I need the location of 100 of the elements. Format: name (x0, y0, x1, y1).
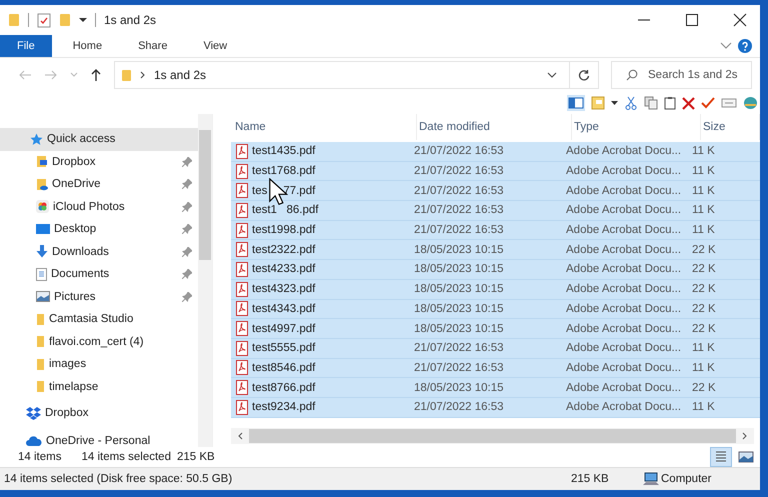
dropdown-icon[interactable] (611, 100, 618, 106)
pdf-icon (236, 222, 248, 238)
sidebar-item[interactable]: Dropbox (0, 402, 198, 424)
type-cell-text: Adobe Acrobat Docu... (566, 382, 682, 394)
ribbon-tab[interactable]: File (0, 35, 52, 57)
column-header[interactable]: Type (572, 114, 701, 140)
forward-icon[interactable] (44, 69, 58, 81)
sidebar-item[interactable]: Quick access (0, 128, 198, 150)
dropdown-icon[interactable] (79, 17, 87, 23)
column-header[interactable]: Name (231, 114, 417, 140)
refresh-button[interactable] (569, 61, 599, 89)
file-row[interactable]: tes 77.pdf 21/07/2022 16:53 Adobe Acrobat Docu... 11 K (231, 181, 760, 202)
pdf-icon (236, 164, 248, 179)
folder-icon (36, 178, 48, 191)
date-cell-text: 21/07/2022 16:53 (414, 362, 505, 374)
item-count: 14 items (18, 451, 62, 463)
copy-icon[interactable] (644, 96, 658, 110)
back-icon[interactable] (18, 69, 32, 81)
sidebar-item[interactable]: Pictures (0, 286, 198, 308)
up-icon[interactable] (90, 68, 102, 82)
status-size: 215 KB (571, 473, 610, 485)
file-row[interactable]: test8546.pdf 21/07/2022 16:53 Adobe Acrobat Docu... 11 K (231, 358, 760, 378)
delete-icon[interactable] (682, 96, 695, 110)
scroll-left-icon[interactable] (237, 432, 243, 440)
type-cell-text: Adobe Acrobat Docu... (566, 302, 682, 315)
ribbon-tab[interactable]: View (188, 35, 242, 57)
scroll-thumb[interactable] (199, 130, 211, 260)
file-name: test4343.pdf (252, 302, 316, 315)
sidebar-item[interactable]: Desktop (0, 218, 198, 240)
help-icon[interactable] (738, 39, 752, 53)
cut-icon[interactable] (624, 96, 638, 110)
sidebar-item[interactable]: iCloud Photos (0, 196, 198, 218)
scrollbar[interactable] (231, 428, 754, 444)
path-text: 1s and 2s (154, 68, 206, 82)
file-row[interactable]: test4233.pdf 18/05/2023 10:15 Adobe Acrobat Docu... 22 K (231, 260, 760, 280)
sidebar-item[interactable]: Camtasia Studio (0, 308, 198, 330)
search-box[interactable]: Search 1s and 2s (611, 61, 752, 89)
type-cell-text: Adobe Acrobat Docu... (566, 184, 682, 197)
thumbnail-view-icon[interactable] (738, 450, 754, 464)
sidebar-label: timelapse (49, 380, 100, 393)
file-name: test1768.pdf (252, 165, 316, 178)
pin-icon[interactable] (182, 156, 192, 167)
size-cell-text: 11 K (692, 342, 716, 354)
file-row[interactable]: test2322.pdf 18/05/2023 10:15 Adobe Acrobat Docu... 22 K (231, 240, 760, 260)
file-name: test1 86.pdf (252, 204, 318, 216)
recent-caret-icon[interactable] (70, 72, 78, 78)
sidebar-item[interactable]: images (0, 353, 198, 376)
ribbon-tab[interactable]: Home (58, 35, 118, 57)
details-view-icon[interactable] (710, 447, 732, 467)
clipboard-icon[interactable] (664, 96, 676, 110)
size-cell-text: 22 K (692, 322, 717, 335)
pin-icon[interactable] (182, 292, 192, 302)
file-row[interactable]: test1768.pdf 21/07/2022 16:53 Adobe Acrobat Docu... 11 K (231, 162, 760, 182)
file-row[interactable]: test1998.pdf 21/07/2022 16:53 Adobe Acrobat Docu... 11 K (231, 220, 760, 240)
caret-icon[interactable] (547, 72, 557, 78)
file-name: tes 77.pdf (252, 184, 316, 197)
sidebar-item[interactable]: OneDrive (0, 173, 198, 196)
preview-pane-icon[interactable] (567, 95, 585, 111)
sidebar-label: Downloads (52, 246, 110, 258)
file-row[interactable]: test1435.pdf 21/07/2022 16:53 Adobe Acrobat Docu... 11 K (231, 142, 760, 162)
scroll-thumb[interactable] (249, 429, 736, 443)
file-row[interactable]: test4343.pdf 18/05/2023 10:15 Adobe Acrobat Docu... 22 K (231, 300, 760, 320)
file-row[interactable]: test8766.pdf 18/05/2023 10:15 Adobe Acrobat Docu... 22 K (231, 378, 760, 398)
checkmark-icon[interactable] (701, 97, 715, 109)
sidebar-item[interactable]: flavoi.com_cert (4) (0, 330, 198, 353)
date-cell-text: 21/07/2022 16:53 (414, 401, 505, 414)
pin-icon[interactable] (182, 269, 192, 280)
pdf-icon (236, 400, 248, 415)
column-header[interactable]: Size (701, 114, 760, 140)
sidebar-item[interactable]: Dropbox (0, 150, 198, 173)
pdf-icon (236, 262, 248, 277)
sidebar-item[interactable]: Downloads (0, 240, 198, 263)
sidebar-item[interactable]: OneDrive - Personal (0, 430, 198, 452)
star-icon (30, 132, 43, 146)
pdf-icon (236, 144, 248, 159)
pin-icon[interactable] (182, 246, 192, 257)
layout-icon[interactable] (591, 96, 605, 110)
close-icon[interactable] (733, 13, 747, 27)
scrollbar[interactable] (198, 114, 212, 447)
maximize-icon[interactable] (685, 13, 699, 27)
pin-icon[interactable] (182, 202, 192, 212)
file-row[interactable]: test4997.pdf 18/05/2023 10:15 Adobe Acrobat Docu... 22 K (231, 319, 760, 339)
file-row[interactable]: test4323.pdf 18/05/2023 10:15 Adobe Acrobat Docu... 22 K (231, 280, 760, 300)
address-bar[interactable]: 1s and 2s (114, 61, 569, 89)
file-name: test4997.pdf (252, 322, 316, 335)
ribbon-tab[interactable]: Share (123, 35, 182, 57)
column-header[interactable]: Date modified (417, 114, 572, 140)
file-row[interactable]: test5555.pdf 21/07/2022 16:53 Adobe Acrobat Docu... 11 K (231, 338, 760, 359)
desktop-icon (36, 224, 50, 235)
scroll-right-icon[interactable] (742, 432, 748, 440)
file-row[interactable]: test9234.pdf 21/07/2022 16:53 Adobe Acrobat Docu... 11 K (231, 398, 760, 418)
rename-icon[interactable] (721, 97, 737, 109)
date-cell-text: 21/07/2022 16:53 (414, 224, 505, 236)
file-row[interactable]: test1 86.pdf 21/07/2022 16:53 Adobe Acrobat Docu... 11 K (231, 201, 760, 221)
expand-ribbon-icon[interactable] (720, 42, 732, 50)
pin-icon[interactable] (182, 224, 192, 234)
sidebar-item[interactable]: Documents (0, 263, 198, 286)
pin-icon[interactable] (182, 179, 192, 190)
date-cell-text: 21/07/2022 16:53 (414, 342, 505, 354)
sidebar-item[interactable]: timelapse (0, 376, 198, 398)
